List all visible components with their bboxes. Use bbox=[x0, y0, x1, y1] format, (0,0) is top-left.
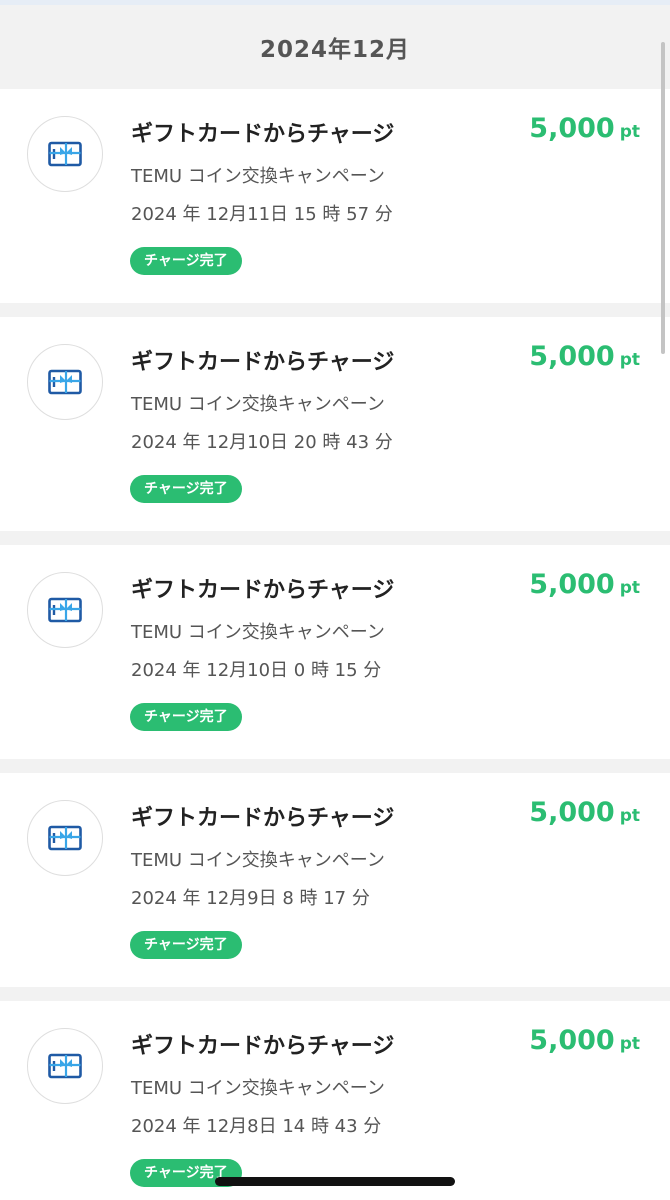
item-title: ギフトカードからチャージ bbox=[131, 578, 395, 603]
status-badge: チャージ完了 bbox=[130, 247, 242, 275]
gift-card-icon bbox=[27, 800, 103, 876]
status-badge: チャージ完了 bbox=[130, 703, 242, 731]
amount-unit: pt bbox=[619, 806, 640, 826]
gift-card-icon bbox=[27, 1028, 103, 1104]
history-item[interactable]: ギフトカードからチャージ TEMU コイン交換キャンペーン 2024 年 12月… bbox=[0, 317, 670, 531]
amount-unit: pt bbox=[619, 350, 640, 370]
item-date: 2024 年 12月9日 8 時 17 分 bbox=[131, 888, 370, 909]
amount-unit: pt bbox=[619, 1034, 640, 1054]
item-subtitle: TEMU コイン交換キャンペーン bbox=[131, 1078, 385, 1099]
gift-card-icon bbox=[27, 344, 103, 420]
amount: 5,000 pt bbox=[529, 797, 640, 828]
gift-card-icon bbox=[27, 572, 103, 648]
item-date: 2024 年 12月11日 15 時 57 分 bbox=[131, 204, 393, 225]
amount-unit: pt bbox=[619, 122, 640, 142]
month-section-header: 2024年12月 bbox=[0, 5, 670, 88]
item-subtitle: TEMU コイン交換キャンペーン bbox=[131, 850, 385, 871]
item-title: ギフトカードからチャージ bbox=[131, 350, 395, 375]
status-badge: チャージ完了 bbox=[130, 931, 242, 959]
amount: 5,000 pt bbox=[529, 341, 640, 372]
status-badge: チャージ完了 bbox=[130, 475, 242, 503]
history-item[interactable]: ギフトカードからチャージ TEMU コイン交換キャンペーン 2024 年 12月… bbox=[0, 1001, 670, 1200]
amount: 5,000 pt bbox=[529, 1025, 640, 1056]
item-subtitle: TEMU コイン交換キャンペーン bbox=[131, 166, 385, 187]
item-title: ギフトカードからチャージ bbox=[131, 806, 395, 831]
item-title: ギフトカードからチャージ bbox=[131, 1034, 395, 1059]
history-item[interactable]: ギフトカードからチャージ TEMU コイン交換キャンペーン 2024 年 12月… bbox=[0, 773, 670, 987]
amount-value: 5,000 bbox=[529, 569, 615, 600]
amount: 5,000 pt bbox=[529, 113, 640, 144]
item-subtitle: TEMU コイン交換キャンペーン bbox=[131, 622, 385, 643]
amount-value: 5,000 bbox=[529, 797, 615, 828]
history-item[interactable]: ギフトカードからチャージ TEMU コイン交換キャンペーン 2024 年 12月… bbox=[0, 545, 670, 759]
month-title: 2024年12月 bbox=[259, 36, 411, 63]
amount-value: 5,000 bbox=[529, 1025, 615, 1056]
item-date: 2024 年 12月10日 0 時 15 分 bbox=[131, 660, 382, 681]
history-screen: 2024年12月 ギフトカードからチャージ TEMU コイン交換キャンペーン 2… bbox=[0, 0, 670, 1200]
amount-value: 5,000 bbox=[529, 341, 615, 372]
item-title: ギフトカードからチャージ bbox=[131, 122, 395, 147]
item-date: 2024 年 12月10日 20 時 43 分 bbox=[131, 432, 393, 453]
amount-value: 5,000 bbox=[529, 113, 615, 144]
item-date: 2024 年 12月8日 14 時 43 分 bbox=[131, 1116, 382, 1137]
home-indicator[interactable] bbox=[215, 1177, 455, 1186]
gift-card-icon bbox=[27, 116, 103, 192]
amount: 5,000 pt bbox=[529, 569, 640, 600]
item-subtitle: TEMU コイン交換キャンペーン bbox=[131, 394, 385, 415]
history-item[interactable]: ギフトカードからチャージ TEMU コイン交換キャンペーン 2024 年 12月… bbox=[0, 89, 670, 303]
amount-unit: pt bbox=[619, 578, 640, 598]
scrollbar[interactable] bbox=[661, 42, 665, 354]
